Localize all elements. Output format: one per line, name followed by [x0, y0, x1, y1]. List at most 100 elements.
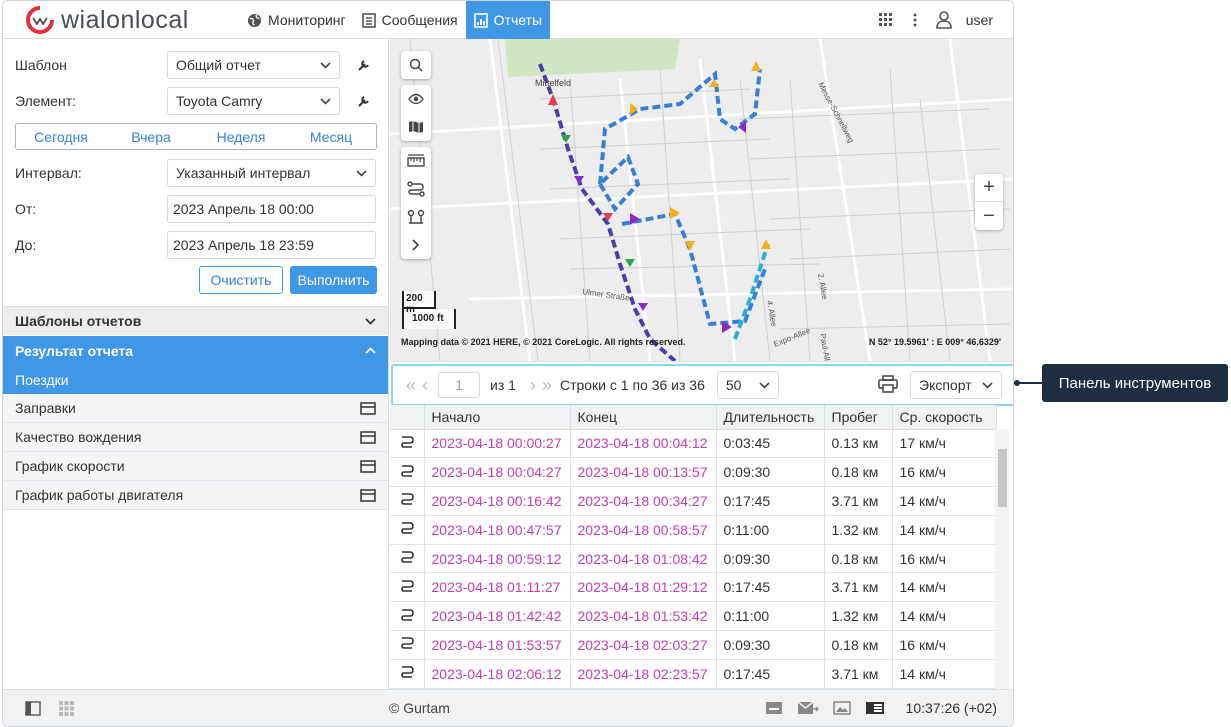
print-icon[interactable] — [878, 375, 898, 393]
apps-grid-icon[interactable] — [878, 12, 894, 28]
scroll-thumb[interactable] — [998, 449, 1007, 507]
cell-start[interactable]: 2023-04-18 00:47:57 — [424, 515, 571, 545]
cell-start[interactable]: 2023-04-18 01:11:27 — [424, 572, 571, 603]
map-layers-button[interactable] — [401, 113, 431, 141]
cell-avg-speed: 14 км/ч — [892, 515, 997, 545]
track-route-icon — [400, 464, 414, 477]
row-track-cell[interactable] — [390, 630, 425, 660]
cell-end[interactable]: 2023-04-18 01:53:42 — [570, 601, 717, 632]
table-row[interactable]: 2023-04-18 01:42:42 2023-04-18 01:53:42 0:… — [390, 601, 997, 632]
map-visibility-button[interactable] — [401, 85, 431, 113]
header-end[interactable]: Конец — [570, 405, 717, 430]
zoom-out-button[interactable]: − — [975, 202, 1003, 230]
sidebar-toggle-icon[interactable] — [25, 701, 41, 716]
result-item-refuel[interactable]: Заправки — [3, 394, 388, 423]
nav-messages[interactable]: Сообщения — [354, 1, 466, 39]
table-row[interactable]: 2023-04-18 01:53:57 2023-04-18 02:03:27 0:… — [390, 630, 997, 660]
clear-button[interactable]: Очистить — [199, 266, 283, 294]
nav-monitoring[interactable]: Мониторинг — [239, 1, 354, 39]
cell-end[interactable]: 2023-04-18 00:58:57 — [570, 515, 717, 545]
zoom-in-button[interactable]: + — [975, 174, 1003, 202]
row-track-cell[interactable] — [390, 544, 425, 574]
period-week[interactable]: Неделя — [196, 124, 286, 149]
map-tools-expand-button[interactable] — [401, 231, 431, 259]
period-month[interactable]: Месяц — [286, 124, 376, 149]
result-item-trips[interactable]: Поездки — [3, 365, 388, 394]
result-item-speed-chart[interactable]: График скорости — [3, 452, 388, 481]
cell-start[interactable]: 2023-04-18 00:16:42 — [424, 486, 571, 516]
cell-end[interactable]: 2023-04-18 02:03:27 — [570, 630, 717, 660]
report-templates-section[interactable]: Шаблоны отчетов — [3, 306, 388, 335]
grid-layout-icon[interactable] — [59, 701, 74, 716]
period-today[interactable]: Сегодня — [16, 124, 106, 149]
header-avg-speed[interactable]: Ср. скорость — [892, 405, 997, 430]
row-track-cell[interactable] — [390, 486, 425, 516]
interval-label: Интервал: — [15, 165, 82, 181]
cell-start[interactable]: 2023-04-18 02:06:12 — [424, 659, 571, 689]
table-row[interactable]: 2023-04-18 00:47:57 2023-04-18 00:58:57 0:… — [390, 515, 997, 545]
template-select[interactable]: Общий отчет — [167, 51, 340, 79]
run-button[interactable]: Выполнить — [290, 266, 377, 294]
result-item-engine-chart[interactable]: График работы двигателя — [3, 481, 388, 510]
table-row[interactable]: 2023-04-18 02:06:12 2023-04-18 02:23:57 0:… — [390, 659, 997, 689]
row-track-cell[interactable] — [390, 572, 425, 603]
nav-reports[interactable]: Отчеты — [465, 1, 551, 39]
table-row[interactable]: 2023-04-18 00:59:12 2023-04-18 01:08:42 0:… — [390, 544, 997, 574]
next-page-icon[interactable]: › — [530, 375, 536, 396]
cell-end[interactable]: 2023-04-18 00:04:12 — [570, 429, 717, 459]
report-result-section[interactable]: Результат отчета — [3, 336, 388, 365]
to-input[interactable]: 2023 Апрель 18 23:59 — [167, 231, 376, 259]
cell-end[interactable]: 2023-04-18 01:29:12 — [570, 572, 717, 603]
logo[interactable]: wialonlocal — [25, 5, 189, 35]
panel-layout-icon[interactable] — [865, 700, 885, 716]
result-item-driving-quality[interactable]: Качество вождения — [3, 423, 388, 452]
map-view[interactable]: Mittelfeld Ulmer Straße Messe-Schnellweg… — [390, 39, 1013, 361]
cell-mileage: 1.32 км — [824, 515, 893, 545]
from-input[interactable]: 2023 Апрель 18 00:00 — [167, 195, 376, 223]
mail-forward-icon[interactable] — [797, 700, 819, 716]
row-track-cell[interactable] — [390, 659, 425, 689]
wrench-icon[interactable] — [356, 57, 372, 73]
cell-end[interactable]: 2023-04-18 00:13:57 — [570, 457, 717, 488]
per-page-select[interactable]: 50 — [716, 371, 779, 399]
cell-start[interactable]: 2023-04-18 00:04:27 — [424, 457, 571, 488]
prev-page-icon[interactable]: ‹ — [422, 375, 428, 396]
first-page-icon[interactable]: « — [406, 375, 416, 396]
wrench-icon[interactable] — [356, 93, 372, 109]
table-row[interactable]: 2023-04-18 01:11:27 2023-04-18 01:29:12 0:… — [390, 572, 997, 603]
more-vertical-icon[interactable] — [912, 12, 918, 28]
table-scrollbar[interactable] — [995, 429, 1009, 689]
map-route-button[interactable] — [401, 175, 431, 203]
map-search-button[interactable] — [401, 51, 431, 79]
cell-start[interactable]: 2023-04-18 01:53:57 — [424, 630, 571, 660]
row-track-cell[interactable] — [390, 429, 425, 459]
table-row[interactable]: 2023-04-18 00:16:42 2023-04-18 00:34:27 0:… — [390, 486, 997, 516]
interval-select[interactable]: Указанный интервал — [167, 159, 376, 187]
element-select[interactable]: Toyota Camry — [167, 87, 340, 115]
header-start[interactable]: Начало — [424, 405, 571, 430]
cell-end[interactable]: 2023-04-18 02:23:57 — [570, 659, 717, 689]
row-track-cell[interactable] — [390, 601, 425, 632]
logo-text: wialonlocal — [61, 5, 189, 34]
map-ruler-button[interactable] — [401, 147, 431, 175]
storage-icon[interactable] — [765, 700, 783, 716]
cell-avg-speed: 16 км/ч — [892, 544, 997, 574]
cell-start[interactable]: 2023-04-18 00:59:12 — [424, 544, 571, 574]
header-duration[interactable]: Длительность — [716, 405, 825, 430]
row-track-cell[interactable] — [390, 457, 425, 488]
map-geofence-button[interactable] — [401, 203, 431, 231]
header-mileage[interactable]: Пробег — [824, 405, 893, 430]
page-input[interactable]: 1 — [438, 372, 481, 398]
cell-end[interactable]: 2023-04-18 01:08:42 — [570, 544, 717, 574]
table-row[interactable]: 2023-04-18 00:04:27 2023-04-18 00:13:57 0:… — [390, 457, 997, 488]
image-icon[interactable] — [833, 700, 851, 716]
cell-start[interactable]: 2023-04-18 01:42:42 — [424, 601, 571, 632]
cell-end[interactable]: 2023-04-18 00:34:27 — [570, 486, 717, 516]
period-yesterday[interactable]: Вчера — [106, 124, 196, 149]
row-track-cell[interactable] — [390, 515, 425, 545]
export-select[interactable]: Экспорт — [910, 371, 1002, 399]
user-menu[interactable]: user — [935, 11, 993, 29]
cell-start[interactable]: 2023-04-18 00:00:27 — [424, 429, 571, 459]
last-page-icon[interactable]: » — [542, 375, 552, 396]
table-row[interactable]: 2023-04-18 00:00:27 2023-04-18 00:04:12 0:… — [390, 429, 997, 459]
